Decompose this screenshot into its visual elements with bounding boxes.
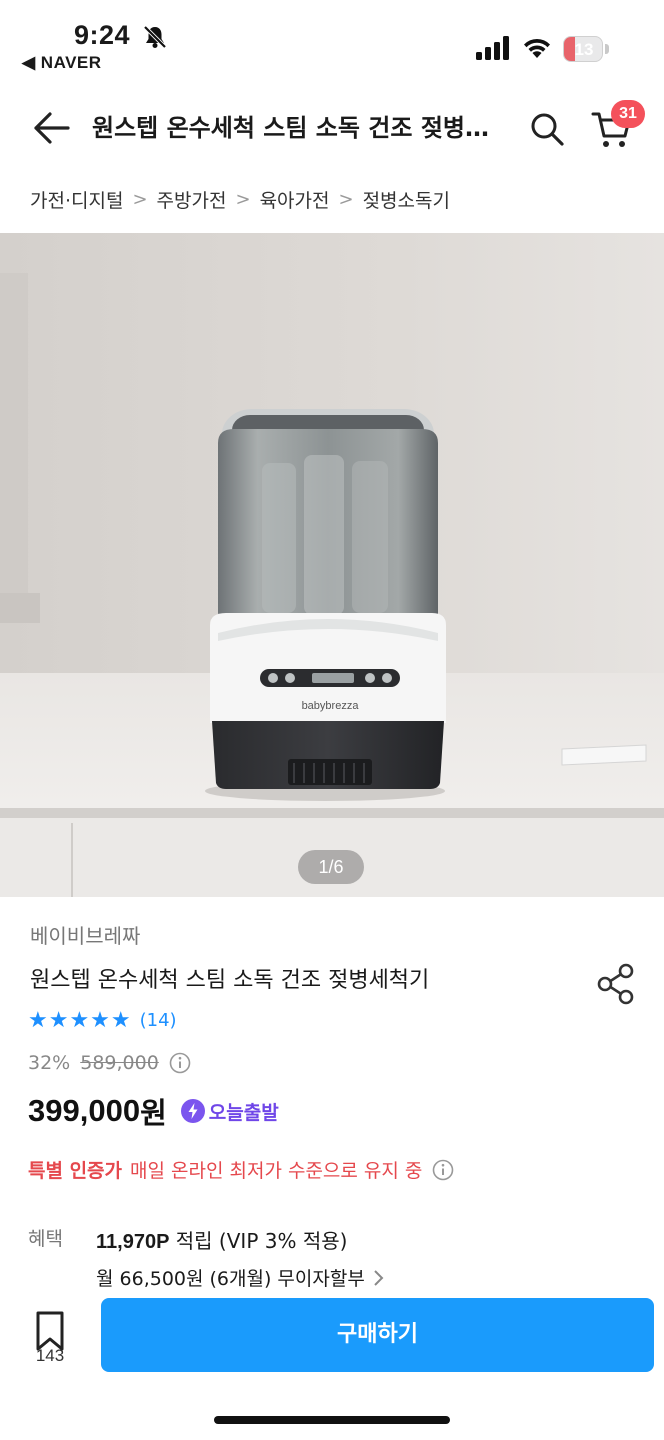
product-image-gallery[interactable]: babybrezza 1/6 (0, 233, 664, 897)
breadcrumb: 가전·디지털 > 주방가전 > 육아가전 > 젖병소독기 (30, 182, 450, 216)
installment-link[interactable]: 월 66,500원 (6개월) 무이자할부 (96, 1264, 387, 1291)
home-indicator (214, 1416, 450, 1424)
product-title: 원스텝 온수세척 스팀 소독 건조 젖병세척기 (30, 968, 430, 993)
chevron-right-icon (374, 1269, 384, 1286)
breadcrumb-item[interactable]: 가전·디지털 (30, 186, 123, 213)
discount-rate: 32% (28, 1052, 71, 1074)
gallery-page-indicator: 1/6 (298, 850, 364, 884)
info-icon[interactable] (432, 1159, 454, 1181)
product-photo: babybrezza (0, 233, 664, 897)
special-price-row: 특별 인증가 매일 온라인 최저가 수준으로 유지 중 (28, 1156, 454, 1183)
search-icon[interactable] (528, 110, 566, 148)
sale-price: 399,000 (28, 1093, 141, 1128)
bottom-action-bar: 143 구매하기 (0, 1290, 664, 1440)
cellular-signal-icon (476, 36, 509, 60)
battery-icon: 13 (563, 36, 609, 62)
info-icon[interactable] (169, 1052, 191, 1074)
price-row: 399,000 원 오늘출발 (28, 1090, 279, 1132)
price-unit: 원 (140, 1096, 167, 1130)
review-count[interactable]: (14) (140, 1010, 177, 1031)
back-to-app-link[interactable]: ◀ NAVER (22, 53, 102, 73)
special-price-desc: 매일 온라인 최저가 수준으로 유지 중 (130, 1160, 423, 1182)
top-nav: 원스텝 온수세척 스팀 소독 건조 젖병세척기 (0, 88, 664, 168)
special-price-label: 특별 인증가 (28, 1160, 123, 1182)
installment-text: 월 66,500원 (6개월) 무이자할부 (96, 1268, 365, 1290)
breadcrumb-item[interactable]: 젖병소독기 (363, 186, 450, 213)
discount-row: 32% 589,000 (28, 1052, 191, 1074)
status-time: 9:24 (74, 20, 131, 50)
benefit-label: 혜택 (28, 1228, 63, 1250)
star-rating-icon: ★★★★★ (28, 1008, 132, 1033)
chevron-right-icon: > (132, 188, 148, 210)
today-delivery-badge: 오늘출발 (180, 1098, 279, 1125)
chevron-right-icon: > (235, 188, 251, 210)
status-bar: 9:24 ◀ NAVER 13 (0, 0, 664, 80)
breadcrumb-item[interactable]: 육아가전 (260, 186, 330, 213)
original-price: 589,000 (80, 1052, 159, 1074)
points-suffix: 적립 (VIP 3% 적용) (169, 1229, 348, 1253)
bookmark-count: 143 (35, 1346, 65, 1365)
bell-off-icon (143, 25, 167, 49)
buy-button[interactable]: 구매하기 (101, 1298, 654, 1372)
wifi-icon (524, 38, 550, 58)
today-delivery-label: 오늘출발 (208, 1101, 279, 1124)
back-arrow-icon[interactable] (30, 108, 72, 148)
cart-count-badge: 31 (611, 100, 645, 128)
page-title: 원스텝 온수세척 스팀 소독 건조 젖병세척기 (92, 114, 502, 142)
brand-name[interactable]: 베이비브레짜 (30, 920, 140, 949)
points-amount: 11,970P (96, 1231, 170, 1253)
share-icon[interactable] (596, 962, 636, 1006)
battery-level: 13 (574, 40, 594, 59)
breadcrumb-item[interactable]: 주방가전 (157, 186, 227, 213)
lightning-icon (180, 1099, 205, 1123)
benefit-points: 11,970P 적립 (VIP 3% 적용) (96, 1225, 347, 1254)
product-logo: babybrezza (302, 700, 360, 712)
chevron-right-icon: > (338, 188, 354, 210)
rating[interactable]: ★★★★★ (14) (28, 1008, 177, 1033)
